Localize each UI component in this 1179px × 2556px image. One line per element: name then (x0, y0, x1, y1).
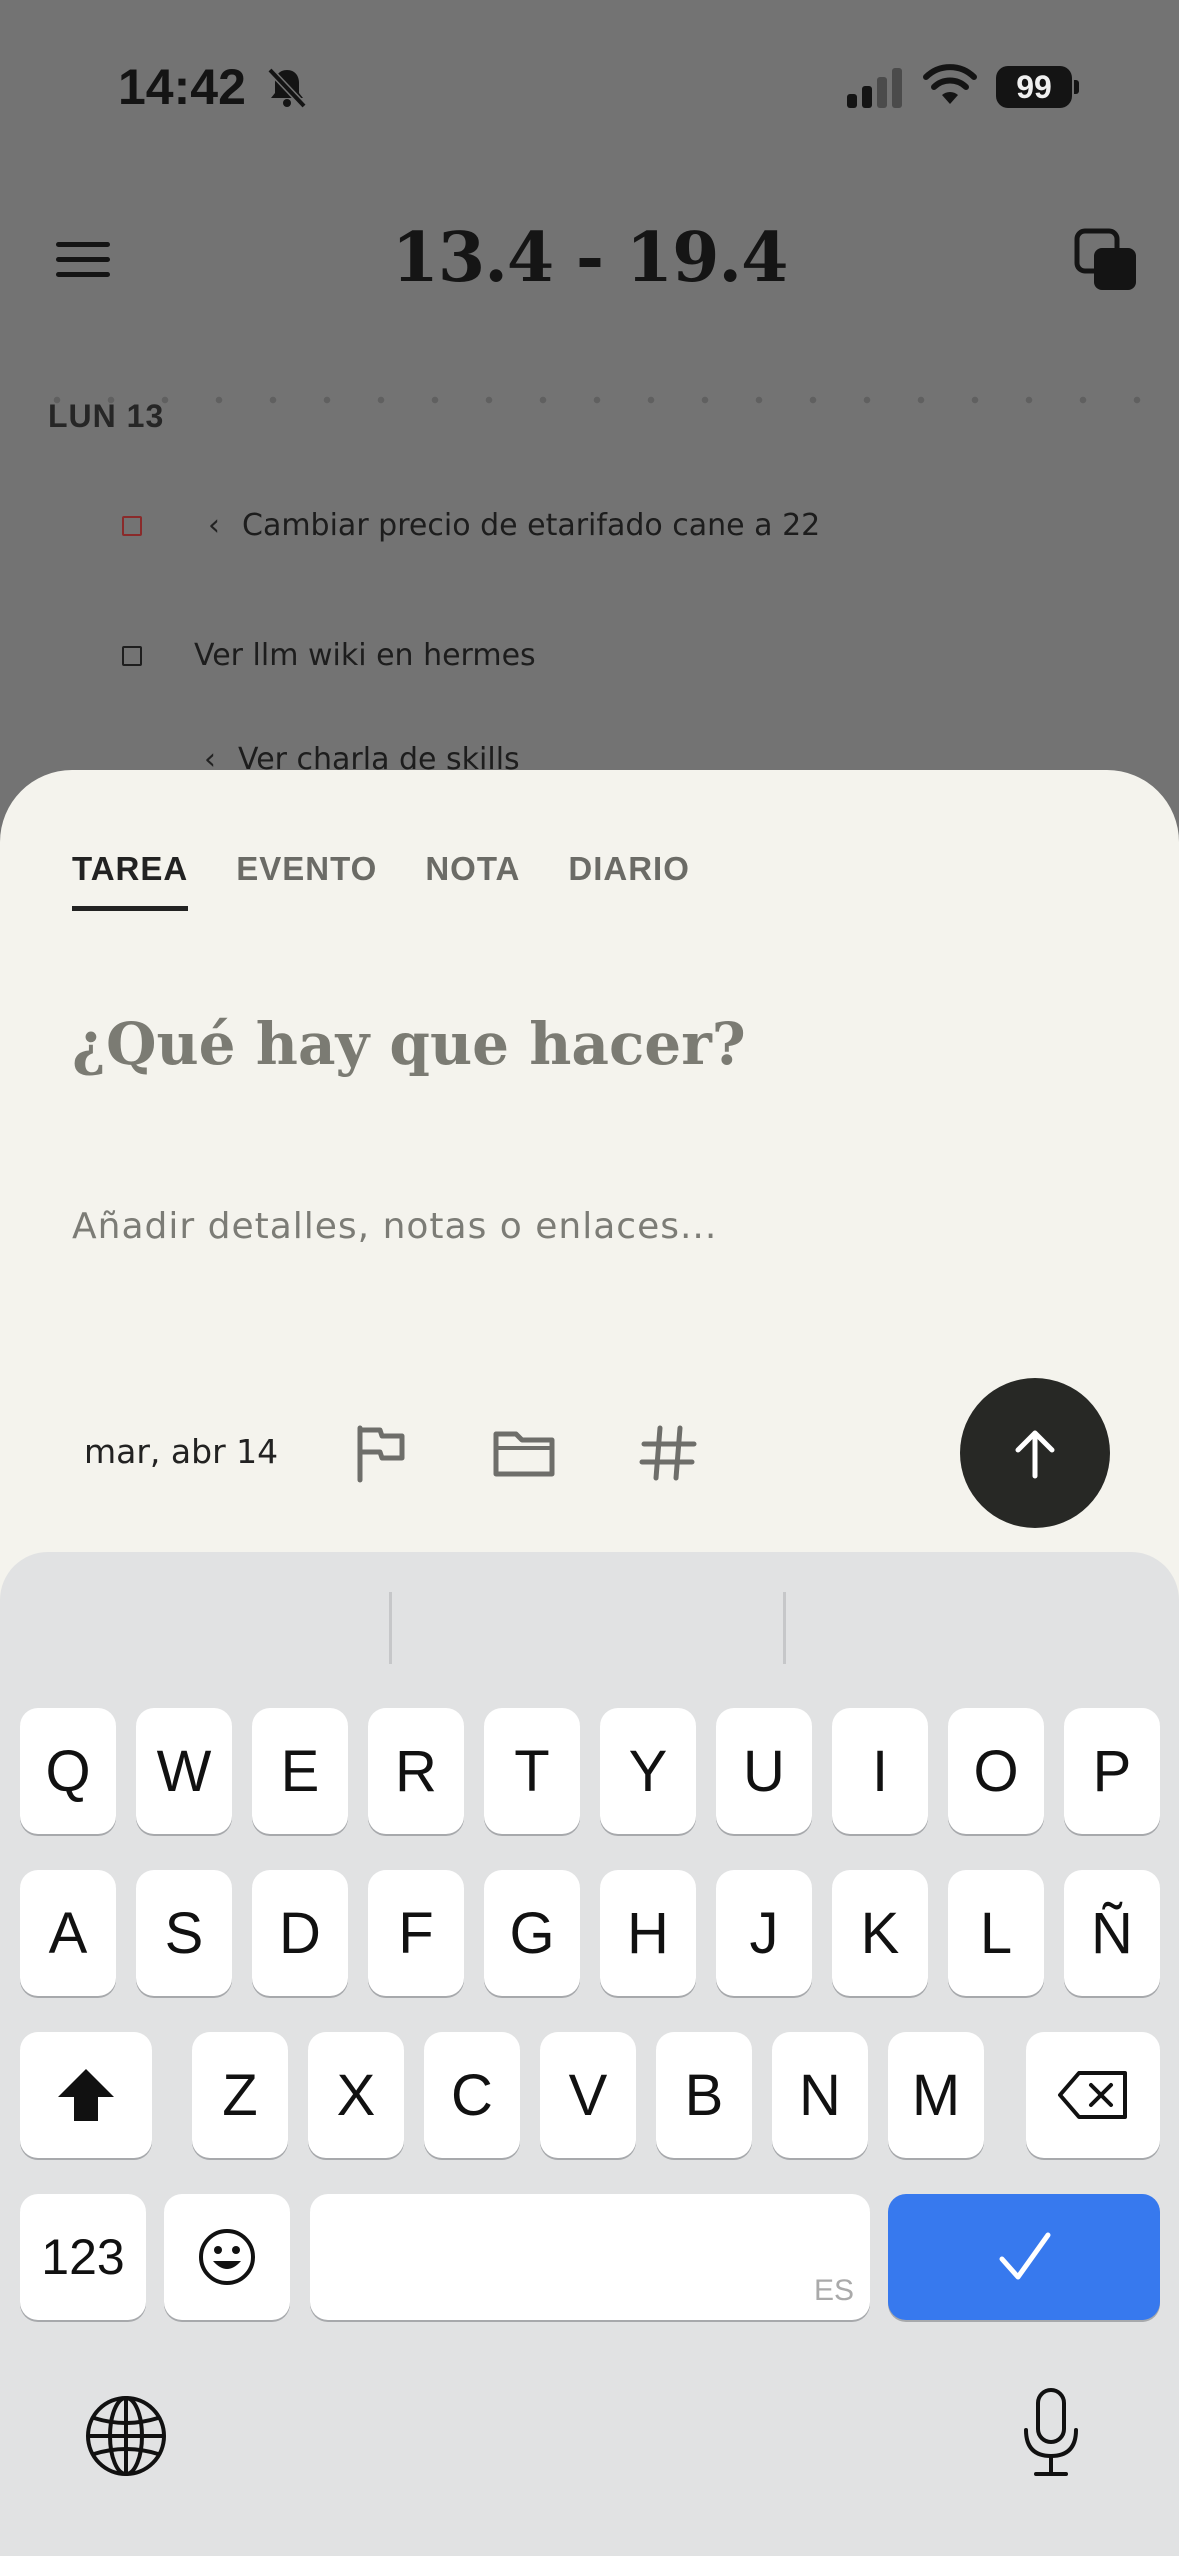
tab-evento[interactable]: EVENTO (236, 850, 377, 911)
key[interactable]: G (484, 1870, 580, 1996)
key[interactable]: L (948, 1870, 1044, 1996)
key[interactable]: Q (20, 1708, 116, 1834)
key[interactable]: M (888, 2032, 984, 2158)
task-checkbox[interactable] (122, 515, 142, 536)
key[interactable]: E (252, 1708, 348, 1834)
shift-key[interactable] (20, 2032, 152, 2158)
hashtag-icon[interactable] (636, 1420, 700, 1484)
key[interactable]: U (716, 1708, 812, 1834)
day-label: LUN 13 (48, 398, 165, 434)
tab-diario[interactable]: DIARIO (568, 850, 690, 911)
emoji-key[interactable] (164, 2194, 290, 2320)
copy-icon[interactable] (1074, 228, 1140, 294)
task-row[interactable]: Ver llm wiki en hermes (122, 638, 536, 673)
key[interactable]: I (832, 1708, 928, 1834)
wifi-icon (923, 64, 977, 104)
task-text: Cambiar precio de etarifado cane a 22 (242, 508, 821, 543)
task-title-input[interactable] (72, 1010, 1092, 1078)
chevron-left-icon: ‹ (208, 508, 220, 543)
key[interactable]: N (772, 2032, 868, 2158)
key[interactable]: R (368, 1708, 464, 1834)
task-row[interactable]: ‹ Cambiar precio de etarifado cane a 22 (122, 508, 820, 543)
key[interactable]: S (136, 1870, 232, 1996)
details-input[interactable] (72, 1206, 1092, 1247)
numbers-key[interactable]: 123 (20, 2194, 146, 2320)
suggestion-divider (389, 1592, 392, 1664)
battery-indicator: 99 (996, 66, 1079, 108)
week-range-title: 13.4 - 19.4 (391, 218, 789, 298)
bell-muted-icon (267, 67, 307, 109)
keyboard-language-label: ES (813, 2274, 854, 2307)
item-type-tabs: TAREA EVENTO NOTA DIARIO (72, 850, 690, 911)
backspace-icon (1058, 2071, 1127, 2119)
signal-icon (847, 68, 902, 108)
key[interactable]: V (540, 2032, 636, 2158)
done-key[interactable] (888, 2194, 1160, 2320)
key[interactable]: F (368, 1870, 464, 1996)
key[interactable]: K (832, 1870, 928, 1996)
status-time: 14:42 (118, 59, 246, 115)
send-button[interactable] (960, 1378, 1110, 1528)
date-selector[interactable]: mar, abr 14 (84, 1432, 278, 1471)
key[interactable]: C (424, 2032, 520, 2158)
arrow-up-icon (1015, 1430, 1055, 1479)
key[interactable]: Z (192, 2032, 288, 2158)
key[interactable]: X (308, 2032, 404, 2158)
emoji-icon (199, 2229, 255, 2285)
battery-level: 99 (996, 66, 1072, 108)
key[interactable]: P (1064, 1708, 1160, 1834)
key[interactable]: T (484, 1708, 580, 1834)
space-key[interactable]: ES (310, 2194, 870, 2320)
key[interactable]: D (252, 1870, 348, 1996)
tab-nota[interactable]: NOTA (425, 850, 520, 911)
key[interactable]: O (948, 1708, 1044, 1834)
checkmark-icon (999, 2232, 1051, 2280)
shift-icon (58, 2069, 114, 2121)
suggestion-divider (783, 1592, 786, 1664)
key[interactable]: A (20, 1870, 116, 1996)
microphone-icon[interactable] (1018, 2386, 1084, 2480)
battery-cap (1074, 80, 1079, 94)
tab-tarea[interactable]: TAREA (72, 850, 189, 911)
flag-icon[interactable] (350, 1420, 414, 1484)
key[interactable]: Y (600, 1708, 696, 1834)
key[interactable]: W (136, 1708, 232, 1834)
folder-icon[interactable] (492, 1420, 556, 1484)
key[interactable]: J (716, 1870, 812, 1996)
dotted-pattern (30, 368, 1150, 458)
key[interactable]: B (656, 2032, 752, 2158)
task-checkbox[interactable] (122, 645, 142, 666)
globe-icon[interactable] (84, 2394, 168, 2478)
task-text: Ver llm wiki en hermes (194, 638, 536, 673)
key[interactable]: H (600, 1870, 696, 1996)
backspace-key[interactable] (1026, 2032, 1160, 2158)
key[interactable]: Ñ (1064, 1870, 1160, 1996)
